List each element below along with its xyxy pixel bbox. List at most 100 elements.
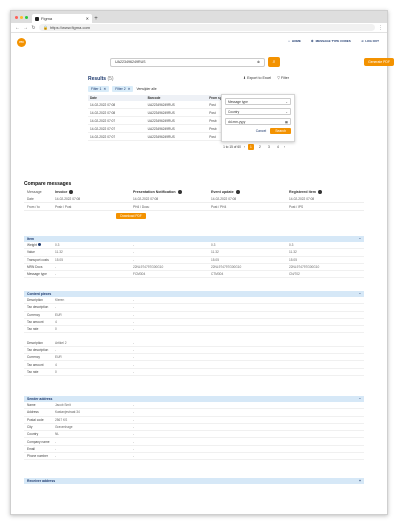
remove-column-icon[interactable]	[69, 190, 74, 195]
content-row: Description Artikel 2 -	[24, 339, 364, 347]
section-title: Item	[27, 237, 34, 241]
select-value: Message type	[228, 99, 248, 104]
compare-table: Message Invoice Presentation Notificatio…	[24, 189, 364, 220]
row-value: 15.05	[211, 257, 219, 262]
row-label: Tax amount	[27, 320, 44, 325]
minimize-window-button[interactable]	[20, 15, 23, 19]
pagination-info: 1 to 15 of 60	[223, 145, 241, 149]
table-cell: 14-02-2022 07:08	[88, 108, 146, 117]
address-row: City Gravenhage -	[24, 424, 364, 432]
date-input[interactable]: dd-mm-yyyy ▦	[225, 118, 291, 125]
browser-menu-icon[interactable]: ⋮	[378, 25, 383, 31]
reload-icon[interactable]: ↻	[31, 25, 36, 31]
table-cell: UA223496249RUS	[145, 101, 208, 109]
address-row: Postal code 2567 KS -	[24, 417, 364, 424]
filter-chip-2[interactable]: Filter 2 ✕	[112, 86, 134, 92]
row-value: 22NL974797G00G10	[289, 265, 320, 270]
row-value: 0	[55, 369, 57, 374]
barcode-search-input[interactable]: UA223496249RUS ⊗	[110, 57, 265, 67]
clear-search-icon[interactable]: ⊗	[257, 60, 260, 64]
table-cell: 14-02-2022 07:08	[88, 101, 146, 109]
row-label: Phone number	[27, 454, 48, 459]
row-label: Email	[27, 446, 35, 451]
message-type-select[interactable]: Message type ⌄	[225, 98, 291, 105]
nav-message-type-codes[interactable]: ⚙ MESSAGE TYPE CODES	[311, 39, 351, 43]
row-value: NL	[55, 432, 60, 437]
expand-icon[interactable]: +	[359, 479, 361, 483]
download-pdf-button[interactable]: Download PDF	[116, 213, 146, 220]
info-icon[interactable]	[37, 243, 41, 247]
row-label: Tax amount	[27, 362, 44, 367]
row-label: City	[27, 425, 33, 430]
remove-column-icon[interactable]	[317, 190, 322, 195]
address-row: Address Kastanjestraat 34 -	[24, 409, 364, 417]
nav-logout[interactable]: ⇥ LOG OUT	[361, 39, 379, 43]
address-bar[interactable]: 🔒 https://www.figma.com	[39, 24, 375, 31]
filter-icon: ▽	[277, 76, 280, 80]
page-1-button[interactable]: 1	[247, 144, 254, 150]
export-excel-button[interactable]: ⬇ Export to Excel	[243, 76, 271, 80]
browser-tab[interactable]: Figma ✕	[32, 14, 92, 23]
new-tab-button[interactable]: +	[92, 14, 100, 23]
row-value: -	[133, 355, 135, 360]
row-value: CTM304	[211, 272, 224, 277]
remove-column-icon[interactable]	[235, 190, 240, 195]
close-tab-icon[interactable]: ✕	[86, 16, 89, 21]
section-header[interactable]: Receiver address +	[24, 478, 364, 484]
row-label: Currency	[27, 312, 40, 317]
filter-cancel-button[interactable]: Cancel	[256, 128, 267, 134]
nav-home[interactable]: ⌂ HOME	[288, 39, 301, 43]
close-window-button[interactable]	[15, 15, 18, 19]
row-value: -	[133, 298, 135, 303]
search-value: UA223496249RUS	[115, 60, 146, 64]
figma-favicon-icon	[35, 16, 39, 21]
back-icon[interactable]: ←	[15, 25, 20, 31]
row-value: -	[55, 272, 57, 277]
filter-chips: Filter 1 ✕ Filter 2 ✕ Verwijder alle	[88, 86, 293, 92]
row-label: Name	[27, 403, 36, 408]
postnl-logo[interactable]: PN	[17, 37, 26, 47]
row-value: CN/702	[289, 272, 300, 277]
page-2-button[interactable]: 2	[257, 144, 263, 150]
collapse-icon[interactable]: −	[359, 292, 361, 296]
row-value: EUR	[55, 312, 62, 317]
row-value: -	[133, 446, 135, 451]
row-label: Tax rate	[27, 327, 39, 332]
remove-column-icon[interactable]	[177, 190, 182, 195]
nav-logout-label: LOG OUT	[365, 39, 379, 43]
row-value: -	[133, 425, 135, 430]
prev-page-icon[interactable]: ‹	[244, 145, 245, 149]
browser-navbar: ← → ↻ 🔒 https://www.figma.com ⋮	[11, 23, 387, 33]
filter-chip-1[interactable]: Filter 1 ✕	[88, 86, 110, 92]
row-value: -	[133, 243, 135, 248]
row-value: -	[55, 446, 57, 451]
remove-chip-icon[interactable]: ✕	[103, 87, 106, 91]
compare-column-title: Invoice	[55, 190, 68, 194]
filter-search-button[interactable]: Search	[270, 128, 291, 134]
content-row: Tax description - -	[24, 304, 364, 312]
table-cell: UA223496249RUS	[145, 124, 208, 133]
table-cell: 14-02-2022 07:07	[88, 132, 146, 141]
page-3-button[interactable]: 3	[266, 144, 272, 150]
country-select[interactable]: Country ⌄	[225, 108, 291, 115]
collapse-icon[interactable]: −	[359, 237, 361, 241]
forward-icon[interactable]: →	[23, 25, 28, 31]
row-value: -	[55, 439, 57, 444]
search-button[interactable]: ⌕	[268, 57, 280, 67]
row-value: 4	[55, 320, 57, 325]
next-page-icon[interactable]: ›	[284, 145, 285, 149]
filter-button[interactable]: ▽ Filter	[277, 76, 289, 80]
row-label: MRN Docs	[27, 265, 43, 270]
maximize-window-button[interactable]	[25, 15, 28, 19]
clear-all-filters-link[interactable]: Verwijder alle	[136, 87, 156, 91]
calendar-icon[interactable]: ▦	[285, 120, 288, 124]
page-4-button[interactable]: 4	[275, 144, 281, 150]
chevron-down-icon: ⌄	[285, 99, 288, 104]
content-row: Tax amount 4 -	[24, 319, 364, 327]
collapse-icon[interactable]: −	[359, 397, 361, 401]
generate-pdf-button[interactable]: Generate PDF	[364, 58, 394, 66]
remove-chip-icon[interactable]: ✕	[128, 87, 131, 91]
compare-column-title: Registered item	[289, 190, 316, 194]
compare-cell: 14-02-2022 07:08	[211, 196, 237, 201]
chip-label: Filter 2	[115, 87, 126, 91]
